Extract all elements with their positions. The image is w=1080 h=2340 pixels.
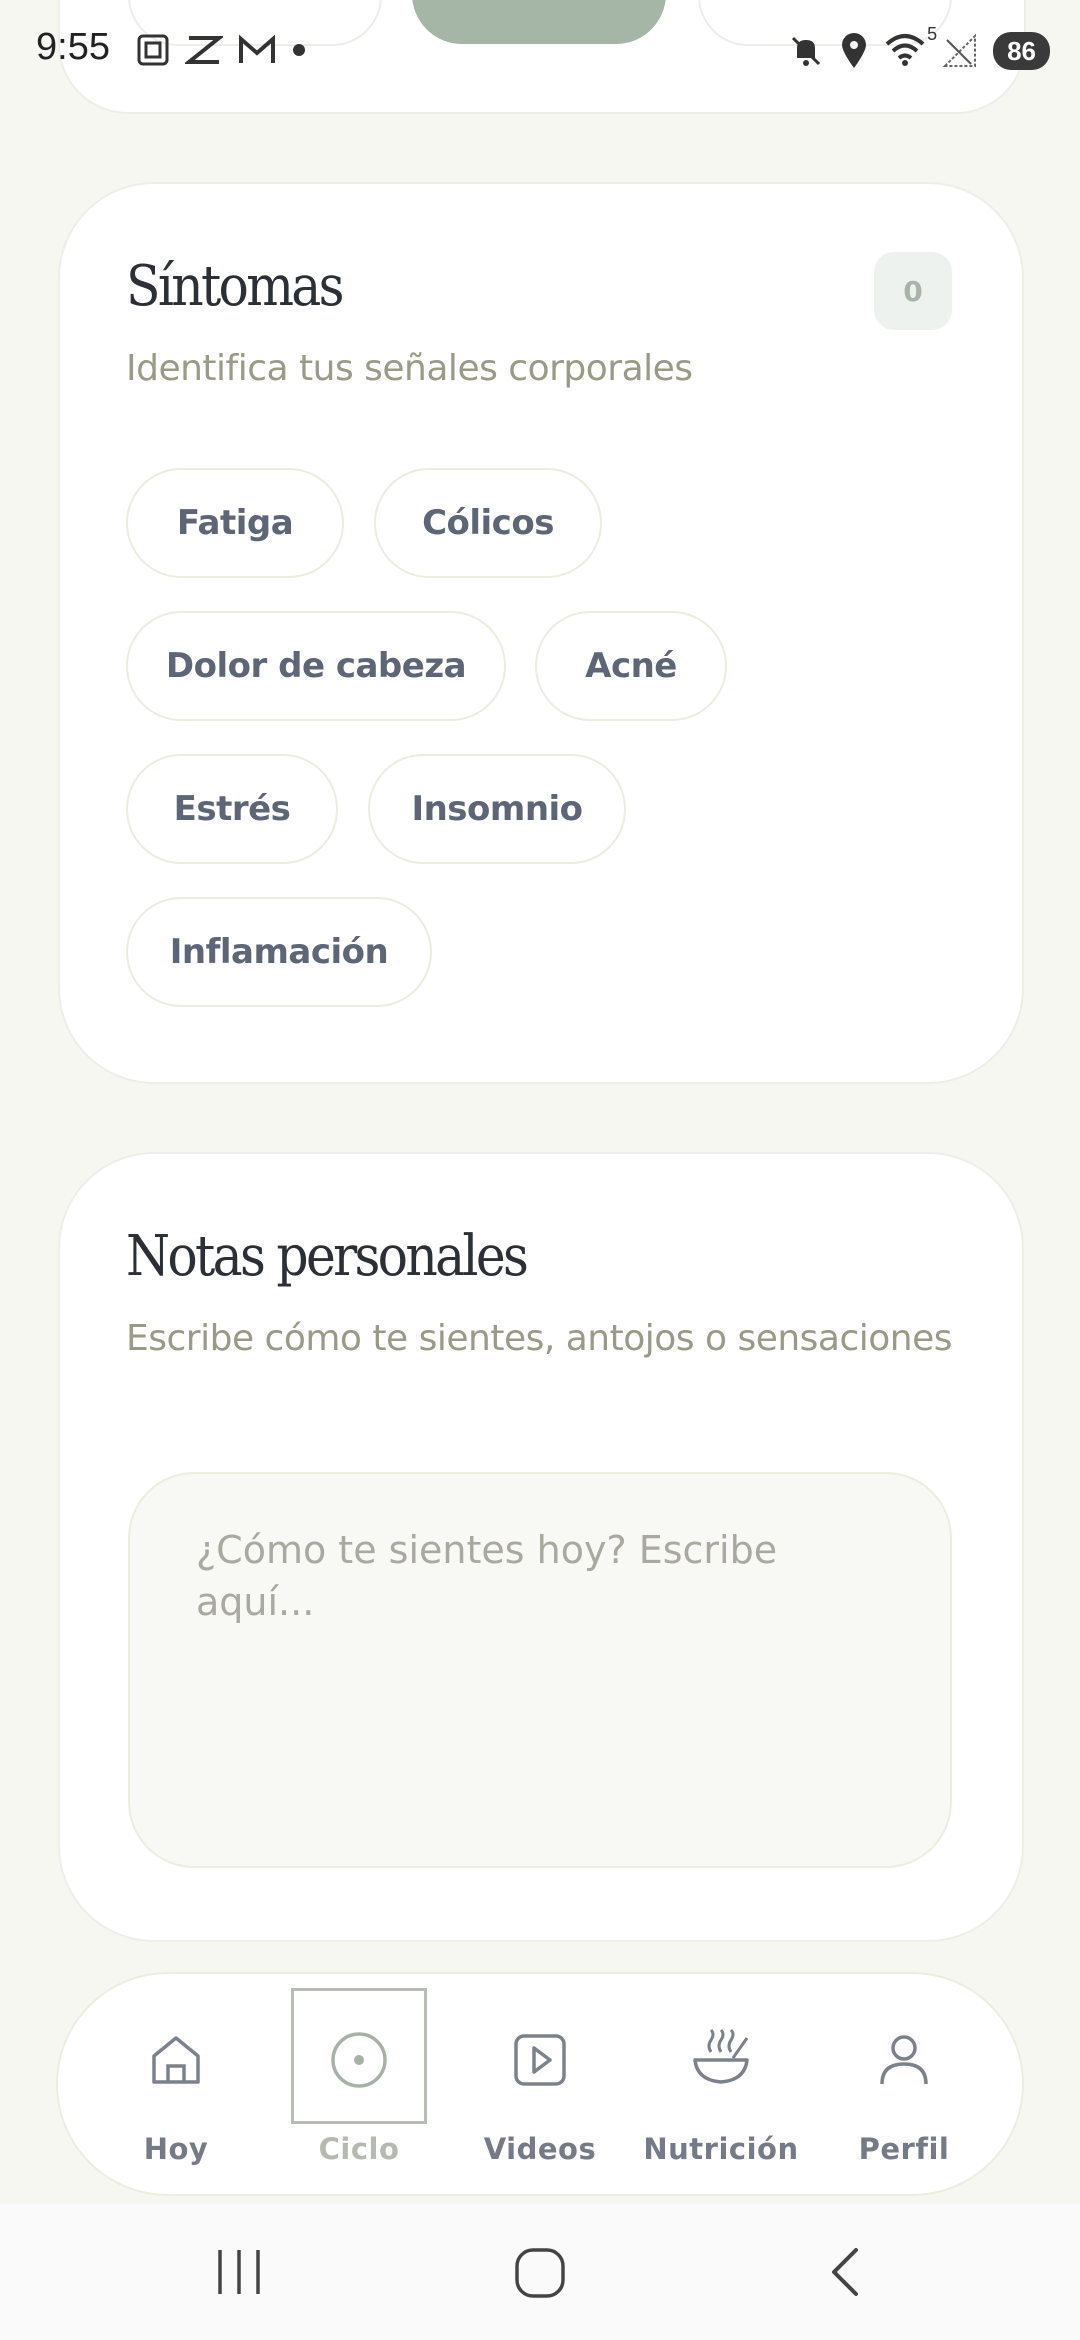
screenshot-icon — [137, 34, 169, 66]
home-button-icon[interactable] — [513, 2246, 567, 2300]
nav-label-ciclo: Ciclo — [318, 2132, 400, 2166]
symptoms-count-badge: 0 — [874, 252, 952, 330]
symptom-chip-estres[interactable]: Estrés — [126, 754, 338, 864]
recents-icon[interactable] — [214, 2246, 264, 2298]
user-icon — [874, 2022, 934, 2098]
system-icons: 5 86 — [787, 24, 1050, 72]
home-icon — [146, 2022, 206, 2098]
location-icon — [842, 33, 867, 68]
symptoms-title: Síntomas — [126, 254, 345, 319]
notes-textarea[interactable]: ¿Cómo te sientes hoy? Escribe aquí... — [128, 1472, 952, 1868]
mute-icon — [792, 36, 821, 66]
symptom-chip-colicos[interactable]: Cólicos — [374, 468, 602, 578]
nav-item-nutricion[interactable]: Nutrición — [630, 1988, 812, 2178]
nav-item-hoy[interactable]: Hoy — [85, 1988, 267, 2178]
symptoms-subtitle: Identifica tus señales corporales — [126, 348, 693, 389]
gmail-icon — [239, 34, 275, 63]
back-icon[interactable] — [822, 2244, 866, 2300]
notes-title: Notas personales — [126, 1224, 529, 1289]
dot-icon — [293, 44, 305, 56]
symptom-chip-inflamacion[interactable]: Inflamación — [126, 897, 432, 1007]
nav-label-videos: Videos — [483, 2132, 597, 2166]
bowl-icon — [689, 2022, 753, 2098]
battery-indicator: 86 — [993, 32, 1050, 70]
capcut-icon — [185, 36, 223, 64]
nav-item-ciclo[interactable]: Ciclo — [268, 1988, 450, 2178]
status-bar: 9:55 5 86 — [0, 0, 1080, 100]
nav-label-perfil: Perfil — [858, 2132, 950, 2166]
nav-label-hoy: Hoy — [143, 2132, 209, 2166]
signal-icon — [942, 33, 977, 67]
wifi-badge: 5 — [927, 24, 938, 44]
status-time: 9:55 — [36, 26, 110, 68]
video-icon — [510, 2022, 570, 2098]
notes-placeholder: ¿Cómo te sientes hoy? Escribe aquí... — [196, 1528, 778, 1624]
notes-subtitle: Escribe cómo te sientes, antojos o sensa… — [126, 1318, 953, 1359]
nav-item-perfil[interactable]: Perfil — [813, 1988, 995, 2178]
symptom-chip-dolor-de-cabeza[interactable]: Dolor de cabeza — [126, 611, 506, 721]
symptom-chip-acne[interactable]: Acné — [535, 611, 727, 721]
cycle-icon — [328, 2022, 390, 2098]
nav-item-videos[interactable]: Videos — [449, 1988, 631, 2178]
nav-label-nutricion: Nutrición — [643, 2132, 799, 2166]
symptom-chip-insomnio[interactable]: Insomnio — [368, 754, 626, 864]
system-navigation-bar — [0, 2204, 1080, 2340]
symptom-chip-fatiga[interactable]: Fatiga — [126, 468, 344, 578]
wifi-icon: 5 — [883, 24, 937, 72]
notification-icons — [135, 32, 307, 68]
